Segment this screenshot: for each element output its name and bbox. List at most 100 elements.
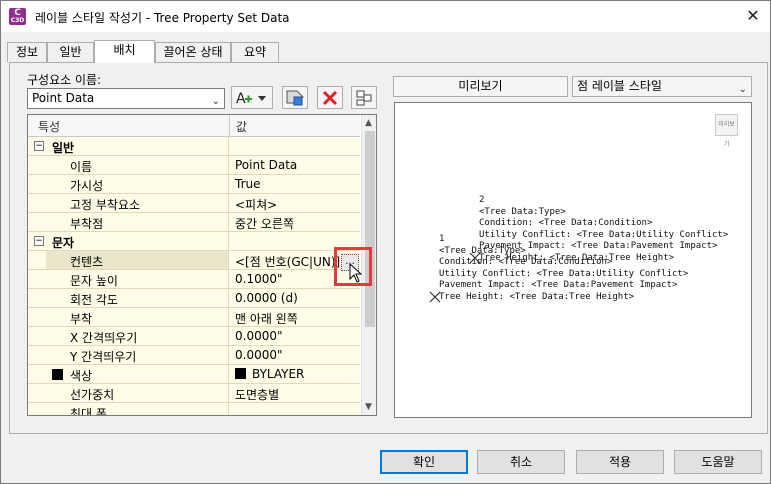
row-indent xyxy=(28,175,46,193)
tab-summary[interactable]: 요약 xyxy=(231,42,279,62)
scroll-thumb[interactable] xyxy=(365,131,375,327)
property-row[interactable]: 문자 높이 0.1000" xyxy=(28,270,360,289)
property-label-cell: − 문자 xyxy=(28,232,229,250)
copy-component-button[interactable] xyxy=(282,86,308,109)
delete-icon xyxy=(322,90,338,106)
property-row[interactable]: 이름 Point Data xyxy=(28,156,360,175)
property-label: 최대 폭 xyxy=(70,407,107,416)
chevron-down-icon: ⌄ xyxy=(738,84,747,95)
scroll-up-icon[interactable]: ▲ xyxy=(365,118,372,128)
property-value-text: BYLAYER xyxy=(252,367,305,381)
row-indent xyxy=(28,365,46,383)
close-button[interactable]: ✕ xyxy=(741,5,765,27)
cancel-button[interactable]: 취소 xyxy=(477,450,565,474)
component-name-label: 구성요소 이름: xyxy=(27,73,102,87)
property-category-row[interactable]: − 문자 xyxy=(28,232,360,251)
scroll-down-icon[interactable]: ▼ xyxy=(365,402,372,412)
property-category-row[interactable]: − 일반 xyxy=(28,137,360,156)
title-bar[interactable]: C C3D 레이블 스타일 작성기 - Tree Property Set Da… xyxy=(1,1,770,32)
property-value[interactable]: 0.1000" xyxy=(235,272,283,286)
row-indent xyxy=(28,251,46,269)
property-row[interactable]: 색상 BYLAYER xyxy=(28,365,360,384)
row-indent xyxy=(28,194,46,212)
header-divider[interactable] xyxy=(229,115,230,137)
preview-label-line: Condition: <Tree Data:Condition> xyxy=(439,257,613,267)
tab-label: 일반 xyxy=(59,45,82,59)
property-grid: 특성 값 − 일반 이름 Point Data 가시성 True 고정 부착요소 <피쳐> 부착… xyxy=(27,114,377,416)
property-value[interactable]: True xyxy=(235,177,261,191)
property-value[interactable]: 0.0000 (d) xyxy=(235,291,298,305)
property-label: 문자 높이 xyxy=(70,274,118,288)
row-indent xyxy=(28,403,46,415)
row-indent xyxy=(28,327,46,345)
property-value[interactable]: 중간 오른쪽 xyxy=(235,215,294,232)
property-label-cell: 최대 폭 xyxy=(46,403,229,416)
ok-button[interactable]: 확인 xyxy=(380,450,468,474)
property-value[interactable]: <[점 번호(GC|UN)]> xyxy=(235,253,350,270)
property-row[interactable]: 컨텐츠 <[점 번호(GC|UN)]> xyxy=(28,251,360,270)
row-indent xyxy=(28,308,46,326)
tab-layout[interactable]: 배치 xyxy=(94,40,155,63)
property-value[interactable]: 맨 아래 왼쪽 xyxy=(235,310,298,327)
preview-style-value: 점 레이블 스타일 xyxy=(577,79,662,93)
collapse-icon[interactable]: − xyxy=(34,236,44,246)
row-indent xyxy=(28,156,46,174)
delete-component-button[interactable] xyxy=(317,86,343,109)
tab-general[interactable]: 일반 xyxy=(47,42,94,62)
property-value[interactable]: <피쳐> xyxy=(235,196,277,213)
property-label: 고정 부착요소 xyxy=(70,198,141,212)
preview-label-line: Pavement Impact: <Tree Data:Pavement Imp… xyxy=(439,280,678,290)
property-label: Y 간격띄우기 xyxy=(70,350,137,364)
property-value[interactable]: 0.0000" xyxy=(235,348,283,362)
property-label-cell: 색상 xyxy=(46,365,229,383)
property-label: 부착점 xyxy=(70,217,104,231)
preview-canvas[interactable]: 미리보기 2 <Tree Data:Type> Condition: <Tree D… xyxy=(394,102,752,418)
row-indent xyxy=(28,346,46,364)
property-label-cell: 가시성 xyxy=(46,175,229,193)
property-row[interactable]: 고정 부착요소 <피쳐> xyxy=(28,194,360,213)
header-property: 특성 xyxy=(38,120,61,134)
property-value[interactable]: 도면층별 xyxy=(235,386,279,403)
add-component-icon: A xyxy=(236,91,266,107)
component-name-dropdown[interactable]: Point Data ⌄ xyxy=(27,88,225,109)
component-name-value: Point Data xyxy=(32,91,95,105)
property-row[interactable]: 회전 각도 0.0000 (d) xyxy=(28,289,360,308)
add-component-button[interactable]: A xyxy=(231,86,273,109)
property-value[interactable]: BYLAYER xyxy=(235,367,304,381)
tab-info[interactable]: 정보 xyxy=(7,42,47,62)
help-button[interactable]: 도움말 xyxy=(674,450,762,474)
property-row[interactable]: 부착점 중간 오른쪽 xyxy=(28,213,360,232)
preview-label-line: 2 xyxy=(479,195,485,205)
property-label: 색상 xyxy=(70,369,93,383)
close-icon: ✕ xyxy=(746,6,760,25)
property-row[interactable]: 가시성 True xyxy=(28,175,360,194)
property-label-cell: Y 간격띄우기 xyxy=(46,346,229,364)
preview-style-dropdown[interactable]: 점 레이블 스타일 ⌄ xyxy=(572,76,752,97)
label-style-composer-window: C C3D 레이블 스타일 작성기 - Tree Property Set Da… xyxy=(0,0,771,484)
property-row[interactable]: 선가중치 도면층별 xyxy=(28,384,360,403)
property-row[interactable]: Y 간격띄우기 0.0000" xyxy=(28,346,360,365)
property-row[interactable]: X 간격띄우기 0.0000" xyxy=(28,327,360,346)
component-draw-order-button[interactable] xyxy=(351,86,377,109)
color-swatch-icon xyxy=(52,369,63,380)
collapse-icon[interactable]: − xyxy=(34,141,44,151)
point-marker-icon xyxy=(469,252,481,264)
property-label: 컨텐츠 xyxy=(70,255,104,269)
property-row[interactable]: 최대 폭 xyxy=(28,403,360,416)
row-indent xyxy=(28,213,46,231)
property-label: X 간격띄우기 xyxy=(70,331,138,345)
property-label-cell: 부착점 xyxy=(46,213,229,231)
property-value[interactable]: Point Data xyxy=(235,158,297,172)
property-label: 가시성 xyxy=(70,179,104,193)
property-label-cell: 이름 xyxy=(46,156,229,174)
apply-button[interactable]: 적용 xyxy=(576,450,664,474)
preview-label-line: <Tree Data:Type> xyxy=(479,206,566,217)
property-value[interactable]: 0.0000" xyxy=(235,329,283,343)
property-label: 선가중치 xyxy=(70,388,115,402)
property-row[interactable]: 부착 맨 아래 왼쪽 xyxy=(28,308,360,327)
preview-label-line: 1 xyxy=(439,234,445,244)
preview-toggle-icon[interactable]: 미리보기 xyxy=(715,114,738,148)
chevron-down-icon: ⌄ xyxy=(211,96,220,107)
tab-dragged-state[interactable]: 끌어온 상태 xyxy=(155,42,231,62)
svg-text:A: A xyxy=(236,91,246,107)
